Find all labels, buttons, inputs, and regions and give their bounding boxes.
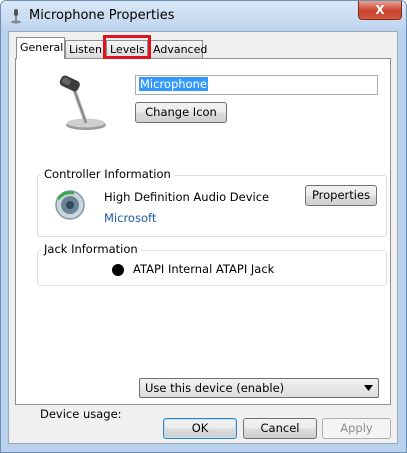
ok-button[interactable]: OK	[163, 418, 237, 439]
device-name-input[interactable]: Microphone	[135, 75, 378, 95]
cancel-button[interactable]: Cancel	[243, 418, 317, 439]
properties-window: Microphone Properties X General Listen L…	[0, 0, 407, 453]
window-title: Microphone Properties	[29, 8, 175, 23]
close-button[interactable]: X	[358, 1, 402, 20]
title-bar[interactable]: Microphone Properties X	[1, 1, 406, 31]
controller-device-name: High Definition Audio Device	[104, 190, 270, 204]
tab-general[interactable]: General	[16, 37, 65, 59]
jack-name: ATAPI Internal ATAPI Jack	[133, 262, 275, 276]
levels-tab-highlight	[103, 35, 151, 59]
device-usage-label: Device usage:	[40, 407, 122, 421]
controller-vendor-link[interactable]: Microsoft	[104, 211, 156, 225]
controller-properties-button[interactable]: Properties	[305, 185, 377, 206]
jack-color-indicator	[112, 264, 124, 276]
microphone-icon	[11, 9, 21, 24]
jack-info-label: Jack Information	[41, 242, 141, 256]
tab-advanced[interactable]: Advanced	[149, 40, 207, 58]
general-tab-panel: Microphone Change Icon Controller Inform…	[15, 58, 391, 421]
apply-button[interactable]: Apply	[322, 418, 391, 439]
device-name-text: Microphone	[139, 77, 208, 91]
dialog-client-area: General Listen Levels Advanced Microphon…	[8, 31, 398, 444]
chevron-down-icon	[364, 385, 373, 391]
device-usage-value: Use this device (enable)	[145, 381, 285, 395]
device-usage-dropdown[interactable]: Use this device (enable)	[139, 378, 379, 398]
change-icon-button[interactable]: Change Icon	[135, 102, 227, 123]
microphone-device-icon	[59, 75, 106, 130]
controller-info-label: Controller Information	[41, 167, 174, 181]
tab-listen[interactable]: Listen	[65, 40, 105, 58]
audio-device-icon	[55, 190, 85, 220]
